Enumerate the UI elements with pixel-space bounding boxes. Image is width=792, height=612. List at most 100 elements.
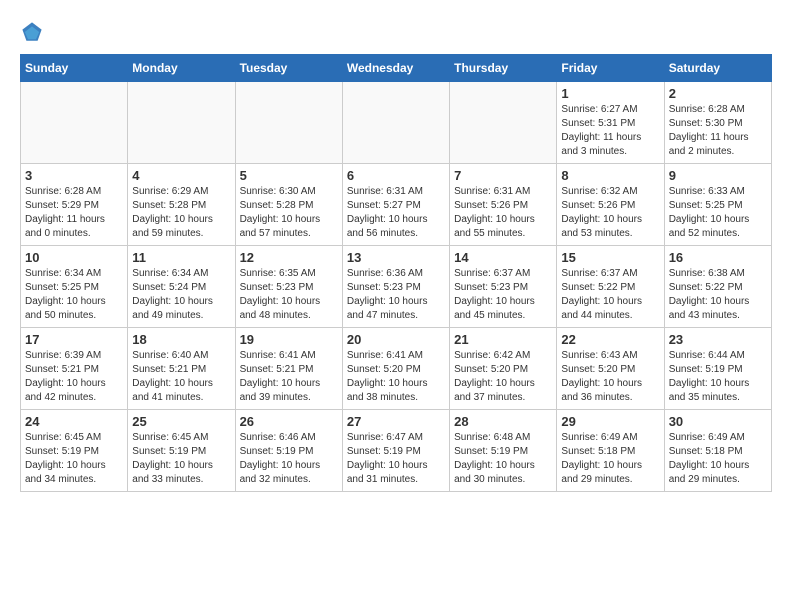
day-number: 18 — [132, 332, 230, 347]
weekday-header: Monday — [128, 55, 235, 82]
day-info: Sunrise: 6:29 AMSunset: 5:28 PMDaylight:… — [132, 185, 230, 241]
day-info: Sunrise: 6:47 AMSunset: 5:19 PMDaylight:… — [347, 431, 445, 487]
day-number: 17 — [25, 332, 123, 347]
day-number: 21 — [454, 332, 552, 347]
calendar-header-row: SundayMondayTuesdayWednesdayThursdayFrid… — [21, 55, 772, 82]
calendar-day-cell — [21, 82, 128, 164]
day-number: 7 — [454, 168, 552, 183]
day-number: 23 — [669, 332, 767, 347]
calendar-day-cell — [342, 82, 449, 164]
day-info: Sunrise: 6:45 AMSunset: 5:19 PMDaylight:… — [132, 431, 230, 487]
page-header — [20, 20, 772, 44]
calendar-day-cell: 25 Sunrise: 6:45 AMSunset: 5:19 PMDayligh… — [128, 410, 235, 492]
calendar-day-cell: 6 Sunrise: 6:31 AMSunset: 5:27 PMDaylight… — [342, 164, 449, 246]
calendar-day-cell: 23 Sunrise: 6:44 AMSunset: 5:19 PMDayligh… — [664, 328, 771, 410]
day-info: Sunrise: 6:28 AMSunset: 5:29 PMDaylight:… — [25, 185, 123, 241]
day-number: 26 — [240, 414, 338, 429]
day-info: Sunrise: 6:34 AMSunset: 5:24 PMDaylight:… — [132, 267, 230, 323]
day-number: 15 — [561, 250, 659, 265]
day-number: 1 — [561, 86, 659, 101]
calendar-day-cell: 11 Sunrise: 6:34 AMSunset: 5:24 PMDayligh… — [128, 246, 235, 328]
calendar-week-row: 17 Sunrise: 6:39 AMSunset: 5:21 PMDayligh… — [21, 328, 772, 410]
calendar-week-row: 24 Sunrise: 6:45 AMSunset: 5:19 PMDayligh… — [21, 410, 772, 492]
calendar-day-cell: 15 Sunrise: 6:37 AMSunset: 5:22 PMDayligh… — [557, 246, 664, 328]
day-info: Sunrise: 6:27 AMSunset: 5:31 PMDaylight:… — [561, 103, 659, 159]
day-info: Sunrise: 6:33 AMSunset: 5:25 PMDaylight:… — [669, 185, 767, 241]
day-number: 2 — [669, 86, 767, 101]
day-number: 25 — [132, 414, 230, 429]
day-info: Sunrise: 6:28 AMSunset: 5:30 PMDaylight:… — [669, 103, 767, 159]
calendar-week-row: 1 Sunrise: 6:27 AMSunset: 5:31 PMDaylight… — [21, 82, 772, 164]
day-info: Sunrise: 6:31 AMSunset: 5:26 PMDaylight:… — [454, 185, 552, 241]
day-number: 19 — [240, 332, 338, 347]
day-info: Sunrise: 6:42 AMSunset: 5:20 PMDaylight:… — [454, 349, 552, 405]
logo — [20, 20, 48, 44]
weekday-header: Thursday — [450, 55, 557, 82]
calendar-day-cell: 22 Sunrise: 6:43 AMSunset: 5:20 PMDayligh… — [557, 328, 664, 410]
day-info: Sunrise: 6:41 AMSunset: 5:20 PMDaylight:… — [347, 349, 445, 405]
day-number: 11 — [132, 250, 230, 265]
day-number: 27 — [347, 414, 445, 429]
day-info: Sunrise: 6:48 AMSunset: 5:19 PMDaylight:… — [454, 431, 552, 487]
day-info: Sunrise: 6:49 AMSunset: 5:18 PMDaylight:… — [669, 431, 767, 487]
calendar-day-cell: 16Sunrise: 6:38 AMSunset: 5:22 PMDayligh… — [664, 246, 771, 328]
day-info: Sunrise: 6:44 AMSunset: 5:19 PMDaylight:… — [669, 349, 767, 405]
calendar-day-cell: 9Sunrise: 6:33 AMSunset: 5:25 PMDaylight… — [664, 164, 771, 246]
day-info: Sunrise: 6:46 AMSunset: 5:19 PMDaylight:… — [240, 431, 338, 487]
calendar-day-cell: 10 Sunrise: 6:34 AMSunset: 5:25 PMDayligh… — [21, 246, 128, 328]
calendar-day-cell — [450, 82, 557, 164]
calendar-day-cell: 19 Sunrise: 6:41 AMSunset: 5:21 PMDayligh… — [235, 328, 342, 410]
day-number: 28 — [454, 414, 552, 429]
day-info: Sunrise: 6:45 AMSunset: 5:19 PMDaylight:… — [25, 431, 123, 487]
day-info: Sunrise: 6:37 AMSunset: 5:23 PMDaylight:… — [454, 267, 552, 323]
day-info: Sunrise: 6:40 AMSunset: 5:21 PMDaylight:… — [132, 349, 230, 405]
day-info: Sunrise: 6:41 AMSunset: 5:21 PMDaylight:… — [240, 349, 338, 405]
day-number: 4 — [132, 168, 230, 183]
day-info: Sunrise: 6:30 AMSunset: 5:28 PMDaylight:… — [240, 185, 338, 241]
calendar-day-cell: 4 Sunrise: 6:29 AMSunset: 5:28 PMDaylight… — [128, 164, 235, 246]
day-number: 5 — [240, 168, 338, 183]
day-number: 16 — [669, 250, 767, 265]
day-info: Sunrise: 6:49 AMSunset: 5:18 PMDaylight:… — [561, 431, 659, 487]
calendar-day-cell: 28 Sunrise: 6:48 AMSunset: 5:19 PMDayligh… — [450, 410, 557, 492]
calendar-day-cell: 26 Sunrise: 6:46 AMSunset: 5:19 PMDayligh… — [235, 410, 342, 492]
logo-icon — [20, 20, 44, 44]
calendar-day-cell: 8 Sunrise: 6:32 AMSunset: 5:26 PMDaylight… — [557, 164, 664, 246]
weekday-header: Sunday — [21, 55, 128, 82]
calendar-day-cell: 5 Sunrise: 6:30 AMSunset: 5:28 PMDaylight… — [235, 164, 342, 246]
calendar-day-cell: 21 Sunrise: 6:42 AMSunset: 5:20 PMDayligh… — [450, 328, 557, 410]
day-number: 12 — [240, 250, 338, 265]
day-number: 13 — [347, 250, 445, 265]
calendar-day-cell: 20 Sunrise: 6:41 AMSunset: 5:20 PMDayligh… — [342, 328, 449, 410]
weekday-header: Wednesday — [342, 55, 449, 82]
calendar-day-cell: 17 Sunrise: 6:39 AMSunset: 5:21 PMDayligh… — [21, 328, 128, 410]
calendar-day-cell: 2 Sunrise: 6:28 AMSunset: 5:30 PMDaylight… — [664, 82, 771, 164]
day-number: 14 — [454, 250, 552, 265]
day-number: 20 — [347, 332, 445, 347]
day-number: 24 — [25, 414, 123, 429]
calendar-day-cell: 1 Sunrise: 6:27 AMSunset: 5:31 PMDaylight… — [557, 82, 664, 164]
weekday-header: Friday — [557, 55, 664, 82]
calendar-week-row: 3Sunrise: 6:28 AMSunset: 5:29 PMDaylight… — [21, 164, 772, 246]
day-number: 8 — [561, 168, 659, 183]
day-number: 10 — [25, 250, 123, 265]
calendar-day-cell — [235, 82, 342, 164]
day-info: Sunrise: 6:37 AMSunset: 5:22 PMDaylight:… — [561, 267, 659, 323]
calendar-day-cell: 7 Sunrise: 6:31 AMSunset: 5:26 PMDaylight… — [450, 164, 557, 246]
calendar-day-cell: 29 Sunrise: 6:49 AMSunset: 5:18 PMDayligh… — [557, 410, 664, 492]
day-info: Sunrise: 6:43 AMSunset: 5:20 PMDaylight:… — [561, 349, 659, 405]
day-number: 22 — [561, 332, 659, 347]
day-info: Sunrise: 6:31 AMSunset: 5:27 PMDaylight:… — [347, 185, 445, 241]
calendar-day-cell: 30 Sunrise: 6:49 AMSunset: 5:18 PMDayligh… — [664, 410, 771, 492]
day-info: Sunrise: 6:34 AMSunset: 5:25 PMDaylight:… — [25, 267, 123, 323]
day-info: Sunrise: 6:32 AMSunset: 5:26 PMDaylight:… — [561, 185, 659, 241]
day-number: 29 — [561, 414, 659, 429]
day-number: 6 — [347, 168, 445, 183]
day-info: Sunrise: 6:39 AMSunset: 5:21 PMDaylight:… — [25, 349, 123, 405]
calendar-day-cell: 12Sunrise: 6:35 AMSunset: 5:23 PMDayligh… — [235, 246, 342, 328]
day-number: 30 — [669, 414, 767, 429]
calendar-day-cell: 14 Sunrise: 6:37 AMSunset: 5:23 PMDayligh… — [450, 246, 557, 328]
calendar-day-cell — [128, 82, 235, 164]
calendar-day-cell: 18 Sunrise: 6:40 AMSunset: 5:21 PMDayligh… — [128, 328, 235, 410]
calendar-day-cell: 13Sunrise: 6:36 AMSunset: 5:23 PMDayligh… — [342, 246, 449, 328]
